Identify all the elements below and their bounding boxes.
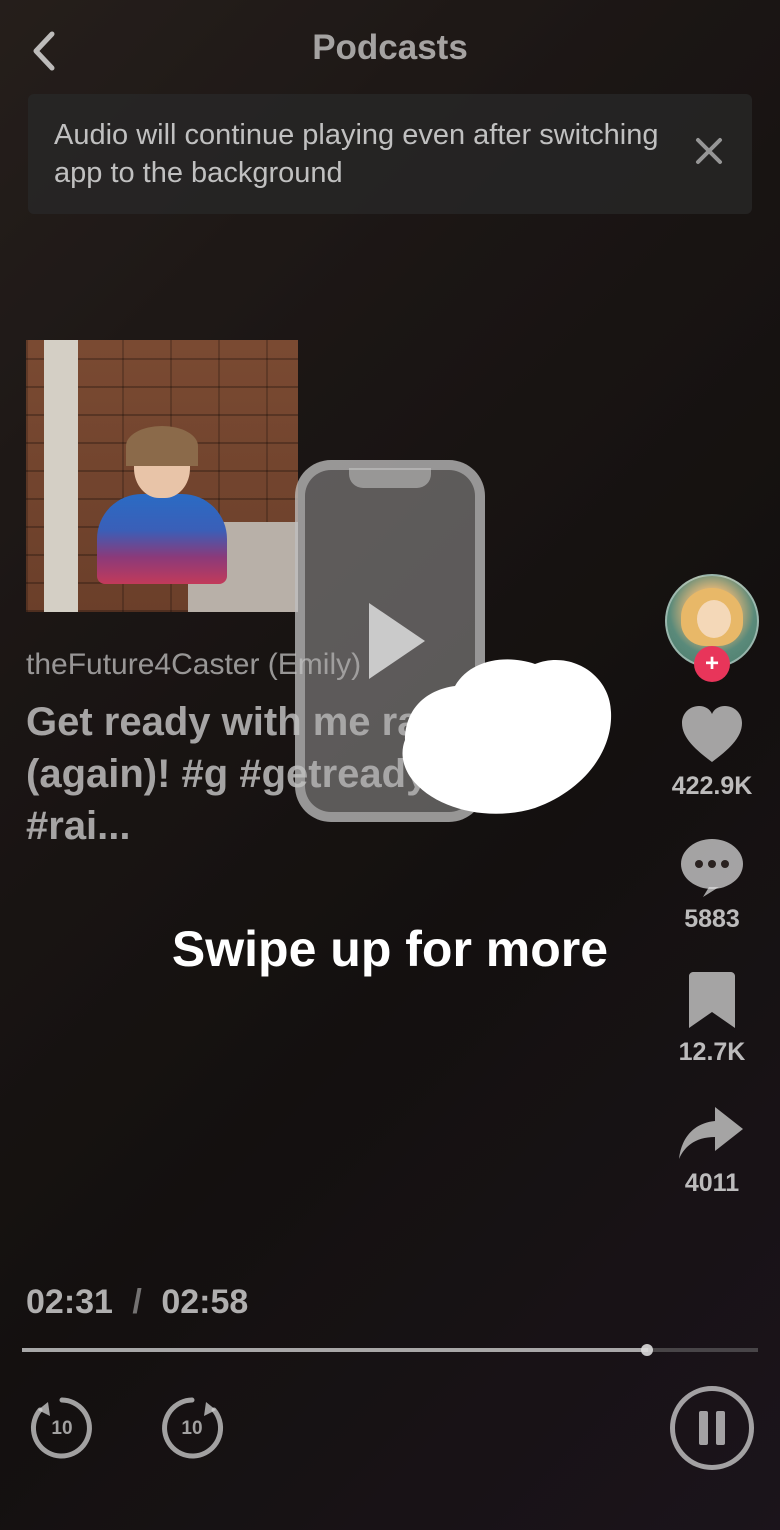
- pause-button[interactable]: [670, 1386, 754, 1470]
- current-time: 02:31: [26, 1283, 113, 1321]
- time-separator: /: [132, 1283, 141, 1321]
- page-title: Podcasts: [0, 28, 780, 68]
- swipe-instruction: Swipe up for more: [0, 920, 780, 978]
- bookmark-button[interactable]: 12.7K: [679, 970, 746, 1067]
- toast-close-button[interactable]: [694, 136, 724, 172]
- thumbnail-person: [87, 432, 237, 612]
- bookmark-icon: [687, 970, 737, 1032]
- action-sidebar: + 422.9K 5883 12.7K 4011: [662, 574, 762, 1198]
- bookmark-count: 12.7K: [679, 1038, 746, 1067]
- like-count: 422.9K: [672, 772, 753, 801]
- share-button[interactable]: 4011: [677, 1103, 747, 1198]
- total-time: 02:58: [161, 1283, 248, 1321]
- playback-controls: 10 10: [26, 1386, 754, 1470]
- playback-time: 02:31 / 02:58: [26, 1283, 248, 1322]
- hand-icon: [395, 650, 615, 820]
- creator-avatar-wrap[interactable]: +: [665, 574, 759, 668]
- rewind-seconds-label: 10: [51, 1418, 72, 1440]
- progress-fill: [22, 1348, 648, 1352]
- progress-knob[interactable]: [641, 1344, 653, 1356]
- plus-icon: +: [705, 650, 719, 678]
- heart-icon: [678, 704, 746, 766]
- chevron-left-icon: [30, 30, 56, 72]
- share-count: 4011: [685, 1169, 739, 1198]
- forward-seconds-label: 10: [181, 1418, 202, 1440]
- forward-10-button[interactable]: 10: [156, 1392, 228, 1464]
- progress-bar[interactable]: [22, 1348, 758, 1352]
- share-icon: [677, 1103, 747, 1163]
- follow-button[interactable]: +: [694, 646, 730, 682]
- pause-icon: [699, 1411, 708, 1445]
- thumbnail-wall-strip: [44, 340, 78, 612]
- like-button[interactable]: 422.9K: [672, 704, 753, 801]
- close-icon: [694, 136, 724, 166]
- video-thumbnail[interactable]: [26, 340, 298, 612]
- comment-icon: [679, 837, 745, 899]
- background-audio-toast: Audio will continue playing even after s…: [28, 94, 752, 214]
- back-button[interactable]: [30, 30, 56, 77]
- header-bar: Podcasts: [0, 18, 780, 78]
- swipe-guide-overlay: [295, 460, 485, 822]
- rewind-10-button[interactable]: 10: [26, 1392, 98, 1464]
- toast-message: Audio will continue playing even after s…: [54, 116, 672, 192]
